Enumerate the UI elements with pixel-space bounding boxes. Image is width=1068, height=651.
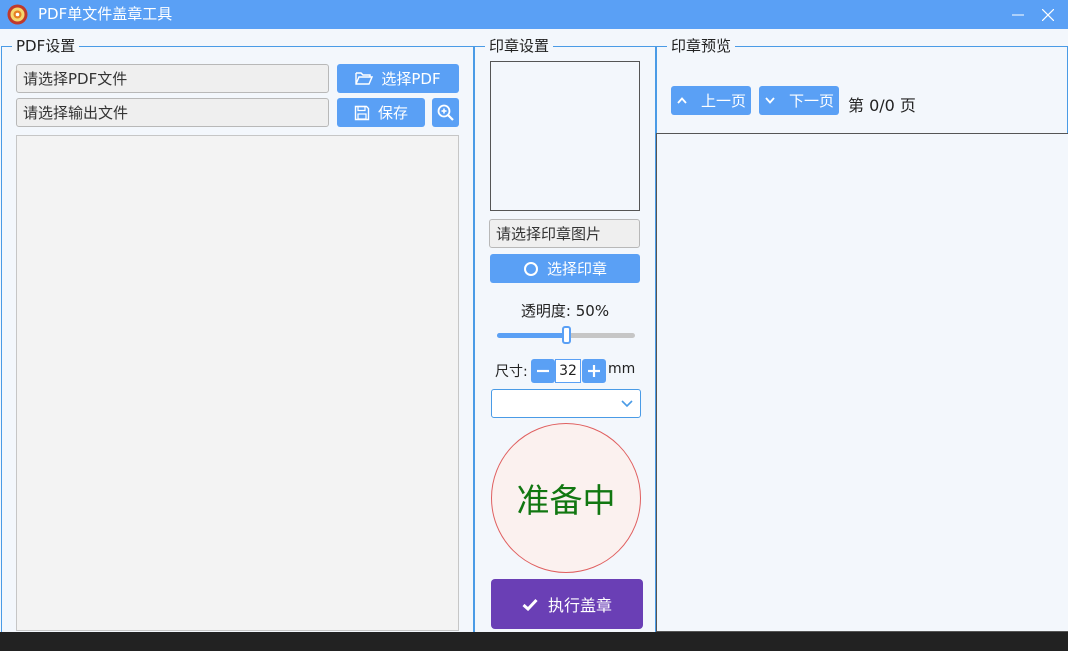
stamp-image-field[interactable]: 请选择印章图片 [489,219,640,248]
pdf-settings-legend: PDF设置 [12,36,80,56]
status-text: 准备中 [516,481,616,520]
prev-page-button[interactable]: 上一页 [671,86,751,115]
pdf-file-field[interactable]: 请选择PDF文件 [16,64,329,93]
circle-icon [523,261,538,276]
next-page-label: 下一页 [789,92,835,110]
execute-stamp-label: 执行盖章 [547,596,612,615]
zoom-in-icon [437,104,454,121]
next-page-button[interactable]: 下一页 [759,86,839,115]
plus-icon [588,365,600,377]
stamp-type-select[interactable] [491,389,641,418]
stamp-settings-legend: 印章设置 [485,36,554,56]
close-icon [1042,8,1054,21]
chevron-down-icon [765,97,775,104]
minimize-icon [1012,14,1024,15]
preview-canvas[interactable] [656,133,1068,632]
prev-page-label: 上一页 [701,92,747,110]
close-button[interactable] [1031,0,1065,29]
save-label: 保存 [377,104,408,122]
zoom-button[interactable] [432,98,459,127]
save-button[interactable]: 保存 [337,98,425,127]
stamp-preview-legend: 印章预览 [667,36,736,56]
bottom-console-strip [0,632,1068,651]
select-stamp-button[interactable]: 选择印章 [490,254,640,283]
select-stamp-label: 选择印章 [546,260,607,278]
size-increment-button[interactable] [582,359,606,383]
size-unit-label: mm [608,361,636,377]
check-icon [522,598,538,611]
status-indicator: 准备中 [491,423,641,573]
chevron-down-icon [621,400,633,408]
stamp-image-preview [490,61,640,211]
app-logo-icon [7,4,28,25]
select-pdf-label: 选择PDF [381,70,441,88]
size-value-input[interactable]: 32 [555,359,581,383]
window-title: PDF单文件盖章工具 [38,5,173,23]
select-pdf-button[interactable]: 选择PDF [337,64,459,93]
chevron-up-icon [677,97,687,104]
folder-open-icon [355,72,374,85]
minus-icon [537,369,549,373]
opacity-slider-fill [497,333,566,338]
size-label: 尺寸: [495,364,528,380]
pdf-file-list[interactable] [16,135,459,631]
output-file-field[interactable]: 请选择输出文件 [16,98,329,127]
minimize-button[interactable] [1001,0,1035,29]
size-decrement-button[interactable] [531,359,555,383]
opacity-label: 透明度: 50% [520,302,610,320]
page-indicator: 第 0/0 页 [848,96,916,115]
save-icon [354,105,370,120]
opacity-slider-thumb[interactable] [562,326,571,344]
title-bar: PDF单文件盖章工具 [0,0,1068,29]
execute-stamp-button[interactable]: 执行盖章 [491,579,643,629]
